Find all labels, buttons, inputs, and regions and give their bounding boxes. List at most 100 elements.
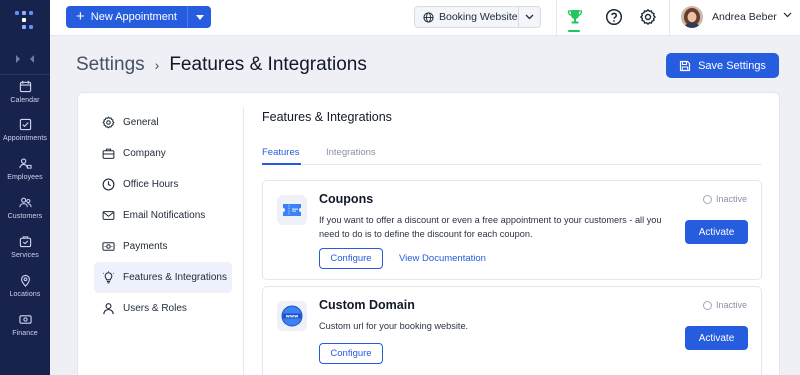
banknote-icon — [102, 242, 115, 251]
settings-menu-users-roles[interactable]: Users & Roles — [94, 293, 232, 324]
nav-item-locations[interactable]: Locations — [0, 274, 50, 312]
svg-text:www: www — [286, 315, 299, 320]
topbar-divider — [669, 0, 670, 36]
menu-divider — [243, 107, 244, 375]
tab-features[interactable]: Features — [262, 147, 300, 158]
booking-website-label: Booking Website — [439, 11, 518, 23]
tab-integrations[interactable]: Integrations — [326, 147, 376, 158]
nav-item-label: Locations — [9, 291, 41, 298]
status-badge: Inactive — [702, 194, 747, 204]
new-appointment-button[interactable]: + New Appointment — [66, 6, 211, 28]
nav-item-employees[interactable]: Employees — [0, 157, 50, 195]
save-disk-icon — [679, 60, 691, 71]
gear-outline-icon — [102, 116, 115, 129]
nav-item-appointments[interactable]: Appointments — [0, 118, 50, 156]
nav-item-label: Finance — [12, 330, 38, 337]
collapse-nav-icon[interactable] — [14, 54, 36, 64]
configure-button[interactable]: Configure — [319, 343, 383, 364]
activate-button[interactable]: Activate — [685, 326, 748, 350]
clock-icon — [102, 178, 115, 191]
settings-menu-label: Company — [123, 148, 166, 159]
nav-item-calendar[interactable]: Calendar — [0, 80, 50, 118]
topbar-divider — [556, 0, 557, 36]
settings-card: General Company Office Hours Email Notif… — [77, 92, 780, 375]
settings-menu-label: Features & Integrations — [123, 272, 227, 283]
feature-description: Custom url for your booking website. — [319, 321, 469, 331]
save-settings-button[interactable]: Save Settings — [666, 53, 779, 78]
nav-item-label: Services — [11, 252, 39, 259]
new-appointment-main[interactable]: + New Appointment — [66, 6, 187, 28]
status-label: Inactive — [715, 194, 747, 204]
caret-down-icon — [195, 14, 204, 20]
nav-item-label: Employees — [7, 174, 43, 181]
user-icon — [103, 303, 114, 315]
left-nav: Calendar Appointments Employees Customer… — [0, 0, 50, 375]
breadcrumb-parent[interactable]: Settings — [76, 54, 145, 76]
feature-icon-wrapper — [277, 195, 307, 225]
booking-website-button[interactable]: Booking Website — [414, 6, 541, 28]
lightbulb-icon — [102, 271, 115, 284]
active-tab-indicator — [262, 163, 301, 165]
feature-card-coupons: Coupons If you want to offer a discount … — [262, 180, 762, 280]
settings-menu-label: Users & Roles — [123, 303, 187, 314]
page-title: Features & Integrations — [169, 54, 367, 75]
settings-menu-payments[interactable]: Payments — [94, 231, 232, 262]
employees-icon — [18, 158, 32, 169]
top-bar: + New Appointment Booking Website Andrea… — [50, 0, 800, 36]
nav-item-label: Calendar — [10, 97, 40, 104]
www-globe-icon: www — [281, 305, 303, 327]
new-appointment-label: New Appointment — [90, 11, 177, 23]
configure-button[interactable]: Configure — [319, 248, 383, 269]
panel-title: Features & Integrations — [262, 110, 392, 124]
status-label: Inactive — [715, 300, 747, 310]
settings-menu-general[interactable]: General — [94, 107, 232, 138]
coupon-ticket-icon — [283, 204, 301, 216]
settings-menu-company[interactable]: Company — [94, 138, 232, 169]
settings-menu-label: Email Notifications — [123, 210, 206, 221]
view-documentation-link[interactable]: View Documentation — [399, 253, 486, 264]
globe-icon — [423, 11, 434, 23]
nav-item-services[interactable]: Services — [0, 235, 50, 273]
settings-menu-office-hours[interactable]: Office Hours — [94, 169, 232, 200]
status-circle-icon — [702, 300, 712, 310]
trophy-progress-indicator — [568, 30, 580, 32]
envelope-icon — [102, 211, 115, 220]
location-pin-icon — [20, 274, 30, 287]
settings-menu-label: Payments — [123, 241, 168, 252]
customers-icon — [18, 197, 32, 208]
nav-divider — [0, 74, 50, 75]
gear-icon[interactable] — [639, 8, 657, 26]
feature-tabs: Features Integrations — [262, 145, 762, 165]
trophy-icon[interactable] — [566, 8, 584, 26]
activate-button[interactable]: Activate — [685, 220, 748, 244]
chevron-down-icon — [525, 14, 534, 20]
services-icon — [19, 236, 31, 248]
status-circle-icon — [702, 194, 712, 204]
nav-item-finance[interactable]: Finance — [0, 313, 50, 351]
settings-menu-label: Office Hours — [123, 179, 179, 190]
plus-icon: + — [76, 8, 85, 25]
nav-item-label: Appointments — [2, 135, 47, 142]
briefcase-icon — [102, 148, 115, 159]
chevron-down-icon[interactable] — [783, 12, 792, 18]
help-icon[interactable] — [605, 8, 623, 26]
new-appointment-dropdown[interactable] — [187, 6, 211, 28]
nav-item-label: Customers — [7, 213, 43, 220]
settings-menu-email-notifications[interactable]: Email Notifications — [94, 200, 232, 231]
nav-item-customers[interactable]: Customers — [0, 196, 50, 234]
feature-name: Coupons — [319, 192, 374, 206]
feature-name: Custom Domain — [319, 298, 415, 312]
avatar[interactable] — [681, 6, 703, 28]
appointments-icon — [19, 118, 31, 131]
calendar-icon — [19, 80, 31, 93]
booking-website-main[interactable]: Booking Website — [415, 7, 518, 27]
app-logo-icon[interactable] — [12, 8, 36, 32]
user-name[interactable]: Andrea Beber — [712, 11, 777, 23]
booking-website-dropdown[interactable] — [518, 7, 540, 27]
feature-description: If you want to offer a discount or even … — [319, 215, 662, 239]
breadcrumb-chevron-icon: › — [154, 57, 160, 73]
feature-icon-wrapper: www — [277, 301, 307, 331]
settings-menu-features-integrations[interactable]: Features & Integrations — [94, 262, 232, 293]
breadcrumb: Settings › Features & Integrations — [76, 54, 367, 76]
settings-menu: General Company Office Hours Email Notif… — [94, 107, 234, 324]
